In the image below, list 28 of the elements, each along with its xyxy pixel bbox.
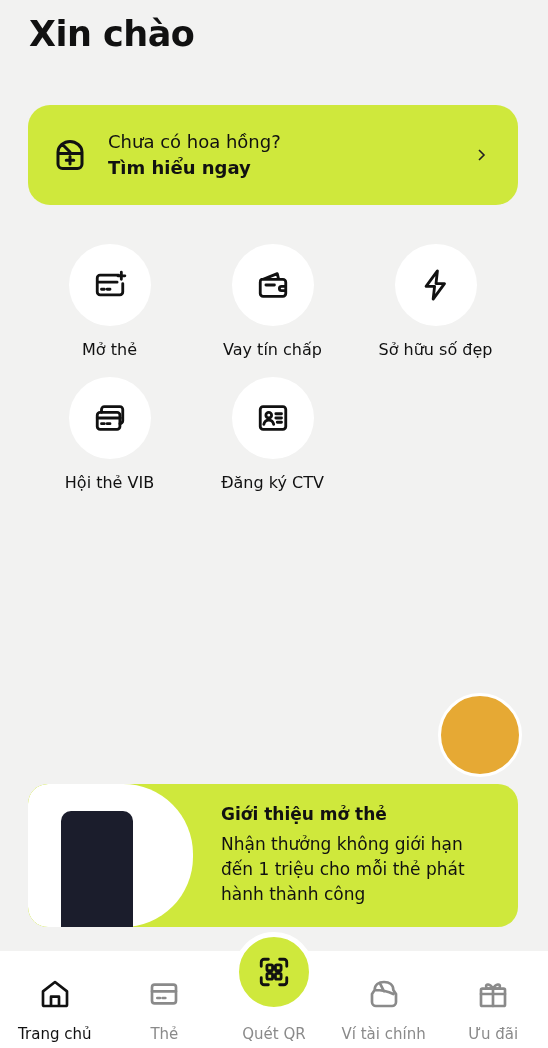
- nav-tab[interactable]: Quét QR: [219, 932, 329, 1044]
- nav-label: Thẻ: [150, 1024, 179, 1044]
- nav-label: Ưu đãi: [468, 1024, 519, 1044]
- service-shortcut[interactable]: Sở hữu số đẹp: [354, 244, 517, 361]
- learn-more-link[interactable]: Tìm hiểu ngay: [108, 155, 251, 181]
- nav-label: Trang chủ: [18, 1024, 92, 1044]
- promo-banner[interactable]: Giới thiệu mở thẻ Nhận thưởng không giới hạn đến 1 triệu cho mỗi thẻ phát hành thành công: [28, 784, 518, 927]
- question-text: Chưa có hoa hồng?: [108, 130, 282, 154]
- service-label: Hội thẻ VIB: [64, 472, 155, 494]
- service-shortcut[interactable]: Vay tín chấp: [191, 244, 354, 361]
- service-shortcut[interactable]: Hội thẻ VIB: [28, 377, 191, 494]
- promo-description: Nhận thưởng không giới hạn đến 1 triệu cho mỗi thẻ phát hành thành công: [221, 833, 466, 906]
- greeting-title: Xin chào: [29, 13, 196, 56]
- nav-label: Ví tài chính: [341, 1024, 426, 1044]
- service-label: Mở thẻ: [82, 339, 137, 361]
- promo-title: Giới thiệu mở thẻ: [221, 803, 388, 826]
- nav-tab[interactable]: Ví tài chính: [328, 978, 439, 1044]
- nav-tab[interactable]: Trang chủ: [0, 978, 110, 1044]
- service-label: Vay tín chấp: [223, 339, 322, 361]
- service-label: Sở hữu số đẹp: [378, 339, 493, 361]
- nav-tab[interactable]: Ưu đãi: [438, 978, 548, 1044]
- qr-scan-icon: [257, 955, 291, 989]
- chevron-right-icon: [476, 147, 486, 163]
- service-shortcut[interactable]: Đăng ký CTV: [191, 377, 354, 494]
- service-shortcut[interactable]: Mở thẻ: [28, 244, 191, 361]
- service-label: Đăng ký CTV: [221, 472, 324, 494]
- nav-label: Quét QR: [242, 1024, 306, 1044]
- commission-card[interactable]: Chưa có hoa hồng? Tìm hiểu ngay: [28, 105, 518, 205]
